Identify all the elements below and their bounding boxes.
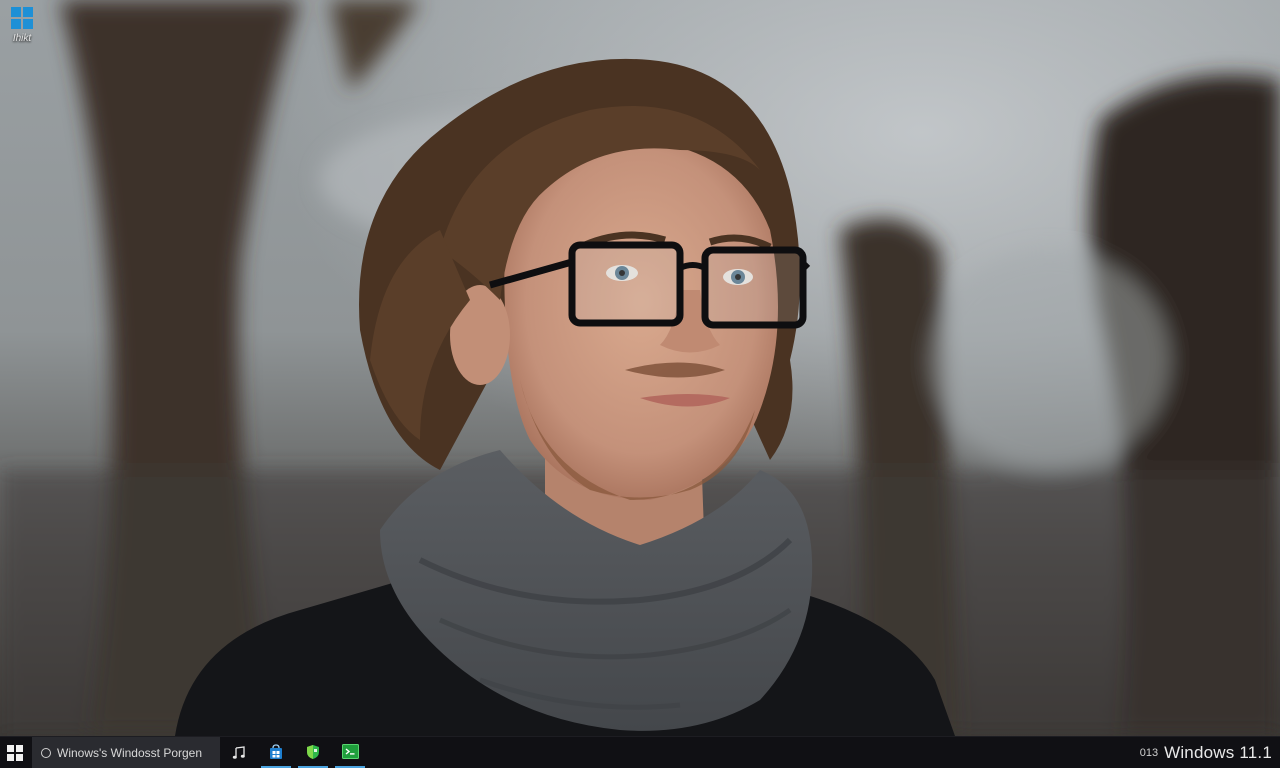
search-box[interactable]: Winows's Windosst Porgen bbox=[32, 737, 220, 768]
os-version-label: Windows 11.1 bbox=[1164, 742, 1272, 762]
taskbar-app-shield[interactable] bbox=[298, 737, 328, 768]
search-box-text: Winows's Windosst Porgen bbox=[57, 745, 203, 760]
taskbar-app-terminal[interactable] bbox=[335, 737, 365, 768]
desktop-screen: Ihikt Winows's Windosst Porgen 013 Windo… bbox=[0, 0, 1280, 768]
desktop-shortcut-label: Ihikt bbox=[12, 33, 32, 44]
desktop-shortcut[interactable]: Ihikt bbox=[4, 6, 40, 44]
start-button[interactable] bbox=[0, 737, 30, 768]
terminal-icon bbox=[341, 744, 359, 759]
tray-clock[interactable]: 013 bbox=[1140, 747, 1158, 759]
windows-logo-icon bbox=[7, 744, 23, 761]
store-icon bbox=[270, 743, 282, 759]
music-note-icon bbox=[232, 745, 245, 759]
desktop-wallpaper bbox=[0, 0, 1280, 736]
windows-logo-icon bbox=[11, 7, 33, 29]
taskbar: Winows's Windosst Porgen 013 Windows 11.… bbox=[0, 736, 1280, 768]
search-icon bbox=[41, 747, 51, 758]
taskbar-app-store[interactable] bbox=[261, 737, 291, 768]
taskbar-app-music[interactable] bbox=[224, 737, 254, 768]
system-tray: 013 Windows 11.1 bbox=[1140, 737, 1272, 768]
shield-icon bbox=[307, 744, 319, 759]
